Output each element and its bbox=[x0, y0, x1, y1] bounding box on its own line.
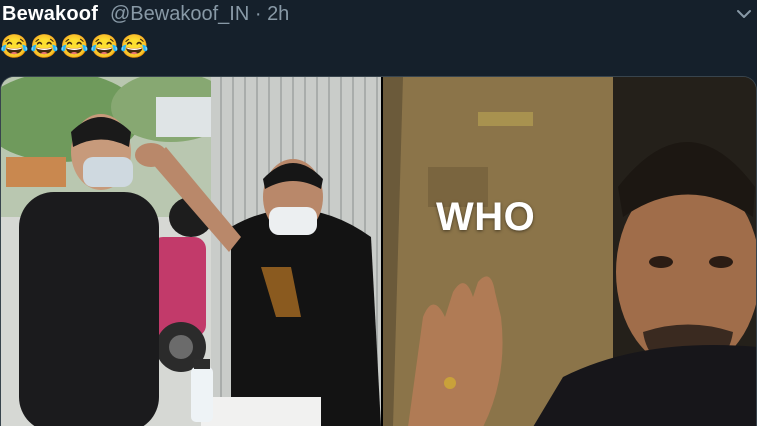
author-handle[interactable]: @Bewakoof_IN bbox=[110, 3, 249, 25]
meme-caption-who: WHO bbox=[436, 195, 536, 239]
left-photo-illustration bbox=[1, 77, 381, 426]
author-display-name[interactable]: Bewakoof bbox=[2, 3, 98, 26]
right-photo-illustration bbox=[383, 77, 756, 426]
tweet-media[interactable]: WHO bbox=[0, 76, 757, 426]
tears-of-joy-emoji: 😂 bbox=[30, 33, 59, 59]
chevron-down-icon[interactable] bbox=[735, 5, 753, 23]
tears-of-joy-emoji: 😂 bbox=[0, 33, 29, 59]
tweet-header: Bewakoof @Bewakoof_IN · 2h bbox=[0, 0, 757, 30]
media-left-photo[interactable] bbox=[1, 77, 381, 426]
tears-of-joy-emoji: 😂 bbox=[90, 33, 119, 59]
separator-dot: · bbox=[254, 3, 262, 25]
tears-of-joy-emoji: 😂 bbox=[60, 33, 89, 59]
tweet-text: 😂 😂 😂 😂 😂 bbox=[0, 32, 149, 60]
author-handle-and-time: @Bewakoof_IN · 2h bbox=[110, 3, 289, 26]
media-right-photo[interactable]: WHO bbox=[383, 77, 756, 426]
tweet-timestamp[interactable]: 2h bbox=[267, 3, 289, 25]
tears-of-joy-emoji: 😂 bbox=[120, 33, 149, 59]
